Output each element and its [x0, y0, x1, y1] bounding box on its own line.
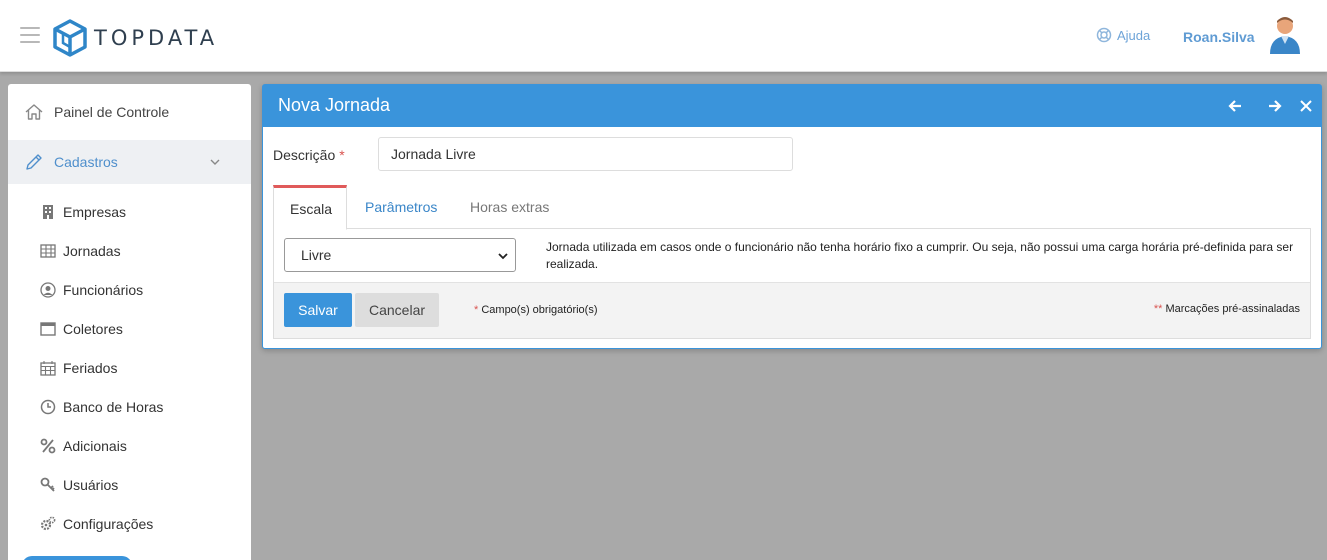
sidebar-item-banco-de-horas[interactable]: Banco de Horas [8, 387, 251, 426]
logo-cube-icon [53, 19, 87, 57]
percent-icon [40, 438, 56, 454]
escala-select-value: Livre [301, 247, 332, 263]
premarked-note-text: Marcações pré-assinaladas [1165, 303, 1300, 315]
sidebar-item-label: Adicionais [63, 437, 127, 454]
cancel-button[interactable]: Cancelar [355, 293, 439, 327]
premarked-note-mark: ** [1153, 303, 1163, 315]
required-note-mark: * [474, 304, 479, 316]
table-icon [40, 243, 56, 259]
sidebar-item-jornadas[interactable]: Jornadas [8, 231, 251, 270]
sidebar: Painel de Controle Cadastros Empresas Jo… [8, 84, 251, 560]
menu-toggle-icon[interactable] [20, 27, 40, 43]
sidebar-item-label: Cadastros [54, 154, 118, 170]
required-note-text: Campo(s) obrigatório(s) [481, 304, 598, 316]
sidebar-item-label: Feriados [63, 359, 118, 376]
chevron-down-icon [498, 253, 508, 260]
sidebar-item-feriados[interactable]: Feriados [8, 348, 251, 387]
sidebar-item-label: Jornadas [63, 242, 121, 259]
gears-icon [40, 516, 56, 532]
sidebar-item-label: Configurações [63, 515, 154, 532]
tab-parametros[interactable]: Parâmetros [349, 185, 453, 229]
window-icon [40, 321, 56, 337]
arrow-right-icon[interactable] [1266, 97, 1284, 115]
home-icon [25, 104, 43, 120]
lifebuoy-icon [1096, 27, 1112, 43]
escala-panel: Livre Jornada utilizada em casos onde o … [273, 229, 1311, 339]
sidebar-item-usuarios[interactable]: Usuários [8, 465, 251, 504]
sidebar-item-adicionais[interactable]: Adicionais [8, 426, 251, 465]
sidebar-item-empresas[interactable]: Empresas [8, 192, 251, 231]
sidebar-item-label: Painel de Controle [54, 104, 170, 120]
dialog-header: Nova Jornada [263, 85, 1321, 127]
user-avatar-icon[interactable] [1268, 14, 1302, 54]
user-name[interactable]: Roan.Silva [1183, 29, 1255, 45]
sidebar-item-label: Funcionários [63, 281, 144, 298]
sidebar-item-configuracoes[interactable]: Configurações [8, 504, 251, 543]
sidebar-item-funcionarios[interactable]: Funcionários [8, 270, 251, 309]
escala-description: Jornada utilizada em casos onde o funcio… [546, 240, 1294, 271]
calendar-icon [40, 360, 56, 376]
building-icon [40, 204, 56, 220]
sidebar-item-label: Banco de Horas [63, 398, 164, 415]
arrow-left-icon[interactable] [1226, 97, 1244, 115]
description-label: Descrição * [273, 147, 345, 163]
premarked-note: ** Marcações pré-assinaladas [1154, 303, 1300, 315]
sidebar-item-cadastros[interactable]: Cadastros [8, 140, 251, 184]
escala-select[interactable]: Livre [284, 238, 516, 272]
sidebar-item-label: Coletores [63, 320, 123, 337]
key-icon [40, 477, 56, 493]
tab-escala[interactable]: Escala [273, 185, 347, 230]
sidebar-item-label: Empresas [63, 203, 127, 220]
required-fields-note: * Campo(s) obrigatório(s) [474, 304, 598, 316]
dialog-title: Nova Jornada [278, 95, 391, 115]
sidebar-item-label: Usuários [63, 476, 119, 493]
sidebar-item-painel-de-controle[interactable]: Painel de Controle [8, 84, 251, 140]
pencil-icon [26, 154, 42, 170]
help-label: Ajuda [1117, 27, 1151, 43]
required-mark: * [339, 147, 345, 163]
description-input[interactable] [378, 137, 793, 171]
description-row: Descrição * [273, 137, 813, 171]
tab-bar: Escala Parâmetros Horas extras [273, 185, 1311, 230]
sidebar-bottom-button[interactable] [22, 556, 132, 560]
chevron-down-icon [210, 159, 220, 165]
tab-horas-extras[interactable]: Horas extras [454, 185, 565, 229]
dialog-footer: Salvar Cancelar * Campo(s) obrigatório(s… [274, 282, 1310, 338]
nova-jornada-dialog: Nova Jornada Descrição* Escala Parâmetro… [262, 84, 1322, 349]
help-link[interactable]: Ajuda [1096, 27, 1150, 43]
save-button[interactable]: Salvar [284, 293, 352, 327]
user-circle-icon [40, 281, 56, 298]
brand-name: TOPDATA [94, 26, 219, 50]
description-label-text: Descrição [273, 147, 336, 163]
top-bar: TOPDATA Ajuda Roan.Silva [0, 0, 1327, 72]
clock-icon [40, 399, 56, 415]
sidebar-item-coletores[interactable]: Coletores [8, 309, 251, 348]
brand-logo[interactable]: TOPDATA [52, 19, 218, 57]
close-icon[interactable] [1297, 97, 1315, 115]
